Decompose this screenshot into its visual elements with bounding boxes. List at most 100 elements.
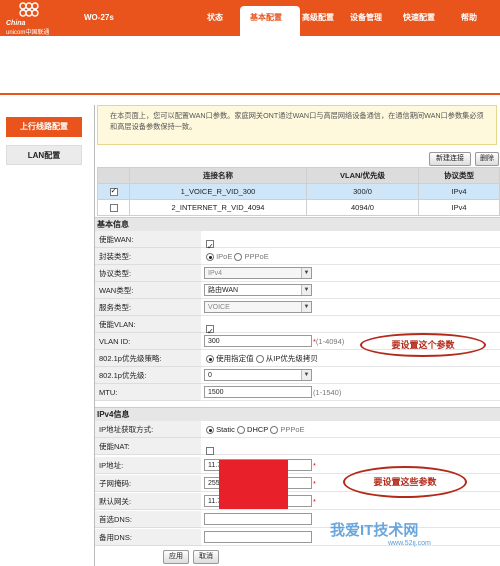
label-ip-address: IP地址:	[95, 457, 201, 474]
label-enable-wan: 使能WAN:	[95, 231, 201, 248]
row-checkbox-cell	[97, 199, 130, 216]
dns1-input[interactable]	[204, 513, 312, 525]
prio-specified-label: 使用指定值	[216, 354, 254, 363]
table-row[interactable]: 2_INTERNET_R_VID_4094 4094/0 IPv4	[97, 199, 500, 216]
cancel-button[interactable]: 取消	[193, 550, 219, 564]
service-type-select[interactable]: VOICE ▼	[204, 301, 312, 313]
enable-wan-checkbox[interactable]	[206, 238, 214, 255]
protocol-select-value: IPv4	[208, 270, 223, 277]
ip-pppoe-label: PPPoE	[280, 425, 305, 434]
label-dns2: 备用DNS:	[95, 529, 201, 546]
nav-basic-config-label: 基本配置	[250, 13, 282, 22]
top-navigation-bar: China unicom中国联通 WO-27s 状态 基本配置 高级配置 设备管…	[0, 0, 500, 36]
watermark-url: www.52ij.com	[388, 540, 431, 547]
value-mtu: 1500 (1-1540)	[201, 384, 500, 401]
required-mark: *	[313, 461, 316, 470]
redaction-box	[219, 460, 288, 509]
sidebar-item-lan-config[interactable]: LAN配置	[6, 145, 82, 165]
new-connection-button[interactable]: 新建连接	[429, 152, 471, 166]
row-checkbox[interactable]	[109, 204, 118, 212]
section-ipv4-info: IPv4信息	[95, 407, 500, 421]
value-wan-type: 路由WAN ▼	[201, 282, 500, 299]
label-enable-vlan: 使能VLAN:	[95, 316, 201, 333]
row-vlan: 300/0	[306, 183, 419, 200]
encap-pppoe-radio[interactable]	[234, 253, 243, 262]
table-row[interactable]: 1_VOICE_R_VID_300 300/0 IPv4	[97, 183, 500, 200]
value-enable-nat	[201, 438, 500, 456]
row-protocol: IPv4	[418, 199, 500, 216]
row-vlan: 4094/0	[306, 199, 419, 216]
annotation-set-these-params: 要设置这些参数	[343, 466, 467, 498]
chevron-down-icon: ▼	[301, 285, 311, 295]
table-header-protocol: 协议类型	[418, 167, 500, 184]
required-mark: *	[313, 497, 316, 506]
nav-device-management[interactable]: 设备管理	[350, 12, 382, 23]
service-type-select-value: VOICE	[208, 304, 230, 311]
ip-dhcp-radio[interactable]	[236, 426, 245, 435]
label-protocol-type: 协议类型:	[95, 265, 201, 282]
sidebar-item-uplink-config[interactable]: 上行线路配置	[6, 117, 82, 137]
nav-basic-config[interactable]: 基本配置	[240, 6, 300, 36]
dns2-input[interactable]	[204, 531, 312, 543]
nav-status[interactable]: 状态	[207, 12, 223, 23]
wan-type-select[interactable]: 路由WAN ▼	[204, 284, 312, 296]
section-basic-info: 基本信息	[95, 217, 500, 231]
label-gateway: 默认网关:	[95, 493, 201, 510]
encap-ipoe-radio[interactable]	[206, 253, 214, 262]
label-vlan-id: VLAN ID:	[95, 333, 201, 350]
wan-type-select-value: 路由WAN	[208, 287, 239, 294]
value-prio: 0 ▼	[201, 367, 500, 384]
table-header-name: 连接名称	[129, 167, 307, 184]
prio-select-value: 0	[208, 372, 212, 379]
chevron-down-icon: ▼	[301, 268, 311, 278]
row-checkbox-cell	[97, 183, 130, 200]
prio-policy-options: 使用指定值 从IP优先级拷贝	[206, 350, 318, 367]
label-ip-method: IP地址获取方式:	[95, 421, 201, 438]
device-model: WO-27s	[84, 13, 114, 22]
row-checkbox[interactable]	[109, 186, 118, 196]
ip-static-radio[interactable]	[206, 426, 214, 435]
watermark-logo: 我爱IT技术网	[330, 522, 419, 539]
header-divider	[0, 93, 500, 95]
nav-advanced-config[interactable]: 高级配置	[302, 12, 334, 23]
brand-logo: China unicom中国联通	[4, 2, 74, 36]
vlan-range-text: (1-4094)	[315, 337, 345, 346]
label-prio: 802.1p优先级:	[95, 367, 201, 384]
table-header-vlan: VLAN/优先级	[306, 167, 419, 184]
label-wan-type: WAN类型:	[95, 282, 201, 299]
ip-pppoe-radio[interactable]	[270, 426, 279, 435]
protocol-select[interactable]: IPv4 ▼	[204, 267, 312, 279]
prio-specified-radio[interactable]	[206, 355, 214, 364]
page-notice: 在本页面上，您可以配置WAN口参数。家庭网关ONT通过WAN口与高层网络设备通信…	[97, 105, 497, 145]
sub-header	[0, 36, 500, 76]
label-subnet-mask: 子网掩码:	[95, 475, 201, 492]
row-protocol: IPv4	[418, 183, 500, 200]
vlan-id-input[interactable]: 300	[204, 335, 312, 347]
ip-dhcp-label: DHCP	[247, 425, 269, 434]
apply-button[interactable]: 应用	[163, 550, 189, 564]
enable-vlan-checkbox[interactable]	[206, 323, 214, 340]
prio-copy-radio[interactable]	[255, 355, 264, 364]
label-mtu: MTU:	[95, 384, 201, 401]
row-name: 2_INTERNET_R_VID_4094	[129, 199, 307, 216]
value-enable-vlan	[201, 316, 500, 340]
required-mark: *	[313, 479, 316, 488]
vlan-id-hint: *(1-4094)	[313, 333, 344, 350]
mtu-input[interactable]: 1500	[204, 386, 312, 398]
brand-line1: China	[6, 20, 26, 27]
encap-options: IPoE PPPoE	[206, 248, 269, 265]
label-service-type: 服务类型:	[95, 299, 201, 316]
nav-quick-config[interactable]: 快速配置	[403, 12, 435, 23]
table-header-select	[97, 167, 130, 184]
delete-button[interactable]: 删除	[475, 152, 499, 166]
label-enable-nat: 使能NAT:	[95, 438, 201, 455]
row-name: 1_VOICE_R_VID_300	[129, 183, 307, 200]
wan-connection-table: 连接名称 VLAN/优先级 协议类型 1_VOICE_R_VID_300 300…	[97, 167, 500, 216]
prio-select[interactable]: 0 ▼	[204, 369, 312, 381]
nav-help[interactable]: 帮助	[461, 12, 477, 23]
enable-nat-checkbox[interactable]	[206, 447, 214, 456]
value-protocol-type: IPv4 ▼	[201, 265, 500, 282]
label-dns1: 首选DNS:	[95, 511, 201, 528]
unicom-knot-icon	[19, 2, 39, 17]
ip-static-label: Static	[216, 425, 235, 434]
